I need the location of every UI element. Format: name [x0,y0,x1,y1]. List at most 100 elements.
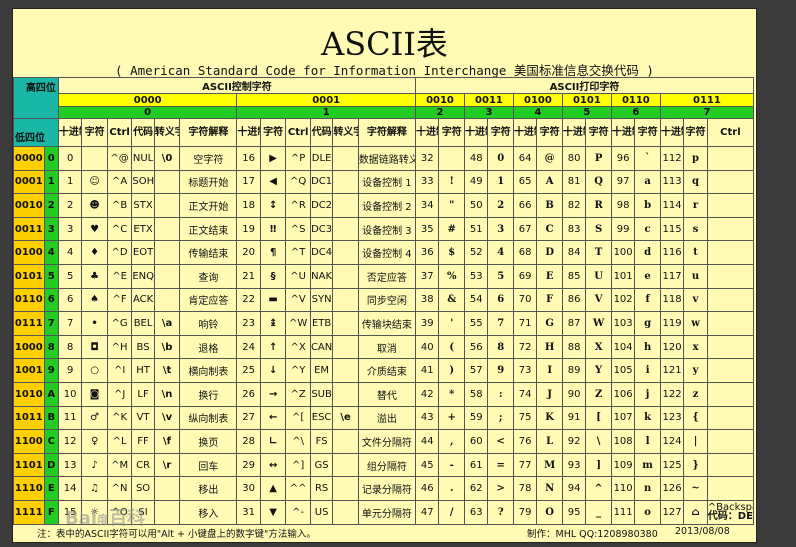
decimal-cell: 55 [463,311,489,336]
ctrl-cell: ^Q [285,169,311,195]
code-cell: SO [131,476,155,501]
char-cell: B [536,193,563,218]
char-cell: D [536,240,563,265]
decimal-cell: 8 [57,334,83,360]
decimal-cell: 42 [414,381,440,407]
low-bits-cell: 1101 [13,452,45,478]
escape-cell [332,240,359,265]
escape-cell [332,263,359,289]
low-bits-cell: 0110 [13,287,45,313]
char-cell: e [634,263,661,289]
low-bits-cell: 0001 [13,169,45,195]
low-bits-cell: 1010 [13,381,45,407]
decimal-cell: 72 [512,334,538,360]
decimal-cell: 26 [236,381,261,407]
decimal-cell: 14 [57,476,83,501]
table-row: 1000 8 8 ◘ ^H BS \b 退格 24 ↑ ^X CAN 取消 40(56 8 72 H 88 X 104… [13,334,755,360]
desc-cell: 标题开始 [179,169,238,195]
footer-author: 制作：MHL QQ:1208980380 [527,529,658,540]
ctrl-cell: ^\ [285,429,311,454]
decimal-cell: 39 [414,311,440,336]
ctrl-cell: ^] [285,452,311,478]
ascii-table-page: ASCII表 ( American Standard Code for Info… [12,8,757,543]
desc-cell: 溢出 [357,405,417,431]
glyph-cell: ↨ [259,311,287,336]
desc-cell: 组分隔符 [357,452,417,478]
char-cell: Y [585,358,612,383]
char-cell: _ [585,499,612,525]
desc-cell: 纵向制表 [179,405,238,431]
low-hex-cell: 5 [43,263,59,289]
ctrl-cell-empty [706,405,755,431]
decimal-cell: 34 [414,193,440,218]
glyph-cell [81,146,108,171]
char-cell [438,146,465,171]
decimal-cell: 126 [659,476,685,501]
desc-cell: 设备控制 3 [357,216,417,242]
decimal-cell: 16 [236,146,261,171]
decimal-cell: 17 [236,169,261,195]
char-cell: v [683,287,708,313]
code-cell: FS [309,429,334,454]
code-cell: SOH [131,169,155,195]
char-cell: } [683,452,708,478]
escape-cell: \e [332,405,359,431]
high-bits-0001: 0001 [236,93,416,107]
decimal-cell: 91 [561,405,587,431]
code-cell: CR [131,452,155,478]
char-cell: < [487,429,514,454]
decimal-cell: 115 [659,216,685,242]
decimal-cell: 108 [610,429,636,454]
char-cell: 2 [487,193,514,218]
decimal-cell: 116 [659,240,685,265]
escape-cell [153,193,181,218]
decimal-cell: 10 [57,381,83,407]
col-header-ctrl1-0: 十进制 [236,118,261,147]
low-hex-cell: 1 [43,169,59,195]
code-cell: CAN [309,334,334,360]
decimal-cell: 66 [512,193,538,218]
decimal-cell: 23 [236,311,261,336]
ctrl-cell: ^A [106,169,133,195]
desc-cell: 换页 [179,429,238,454]
char-cell: J [536,381,563,407]
ctrl-cell: ^S [285,216,311,242]
char-cell: j [634,381,661,407]
char-cell: 9 [487,358,514,383]
decimal-cell: 119 [659,311,685,336]
char-cell: q [683,169,708,195]
desc-cell: 文件分隔符 [357,429,417,454]
decimal-cell: 58 [463,381,489,407]
code-cell: EOT [131,240,155,265]
ctrl-cell: ^R [285,193,311,218]
decimal-cell: 95 [561,499,587,525]
low-bits-cell: 0010 [13,193,45,218]
escape-cell: \r [153,452,181,478]
ctrl-cell: ^E [106,263,133,289]
table-row: 1100 C 12 ♀ ^L FF \f 换页 28 ∟ ^\ FS 文件分隔符 44, 60 <76 L 92 \… [13,429,755,454]
escape-cell [332,146,359,171]
char-cell: @ [536,146,563,171]
decimal-cell: 76 [512,429,538,454]
low-hex-cell: B [43,405,59,431]
low-hex-cell: F [43,499,59,525]
col-header-print1-0: 十进制 [463,118,489,147]
high-num-1: 1 [236,106,416,119]
col-header-ctrl0-3: 代码 [131,118,155,147]
decimal-cell: 53 [463,263,489,289]
char-cell: ; [487,405,514,431]
decimal-cell: 111 [610,499,636,525]
glyph-cell: ∟ [259,429,287,454]
low-hex-cell: 0 [43,146,59,171]
char-cell: \ [585,429,612,454]
decimal-cell: 120 [659,334,685,360]
escape-cell [332,499,359,525]
decimal-cell: 30 [236,476,261,501]
code-cell: NUL [131,146,155,171]
col-header-ctrl1-1: 字符 [259,118,287,147]
glyph-cell: ♀ [81,429,108,454]
table-row: 0110 6 6 ♠ ^F ACK 肯定应答 22 ▬ ^V SYN 同步空闲 38 & 54 6 70 F 86 V… [13,287,755,313]
decimal-cell: 110 [610,476,636,501]
code-cell: ETX [131,216,155,242]
desc-cell: 空字符 [179,146,238,171]
